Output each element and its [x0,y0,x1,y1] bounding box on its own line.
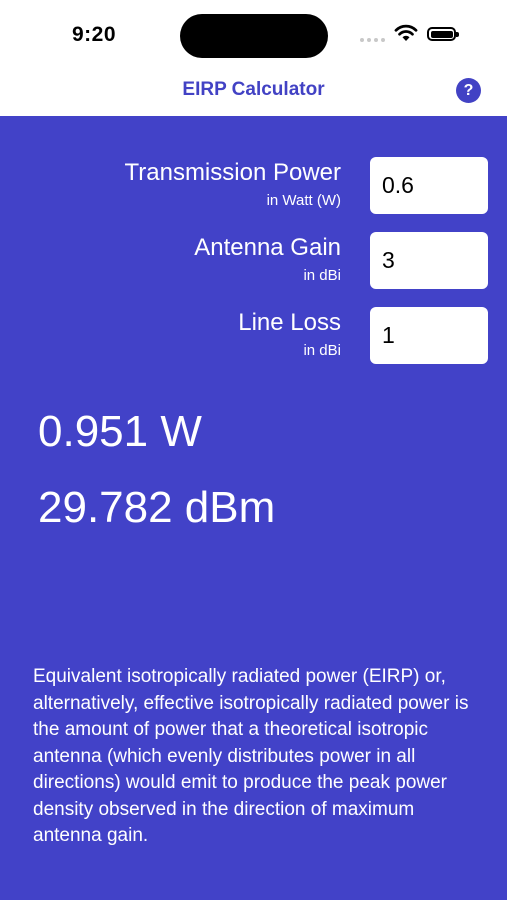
result-dbm: 29.782 dBm [38,483,276,532]
status-time: 9:20 [72,23,117,46]
transmission-power-unit: in Watt (W) [266,192,341,209]
antenna-gain-input[interactable] [370,232,488,289]
status-bar: 9:20 [0,0,507,68]
navigation-bar: EIRP Calculator ? [0,68,507,116]
line-loss-unit: in dBi [303,342,341,359]
battery-icon [427,27,459,41]
calculator-panel: Transmission Power in Watt (W) Antenna G… [0,116,507,900]
question-mark-icon: ? [463,81,474,99]
eirp-description: Equivalent isotropically radiated power … [33,666,469,846]
antenna-gain-label: Antenna Gain [194,234,341,261]
antenna-gain-unit: in dBi [303,267,341,284]
field-row-antenna-gain: Antenna Gain in dBi [0,232,507,290]
page-title: EIRP Calculator [182,79,325,100]
field-row-line-loss: Line Loss in dBi [0,307,507,365]
help-button[interactable]: ? [456,78,481,103]
result-watts: 0.951 W [38,407,202,456]
line-loss-label: Line Loss [238,309,341,336]
cellular-signal-icon [360,38,385,42]
transmission-power-label: Transmission Power [124,159,341,186]
line-loss-input[interactable] [370,307,488,364]
field-row-transmission-power: Transmission Power in Watt (W) [0,157,507,215]
dynamic-island [180,14,328,58]
wifi-icon [394,24,418,41]
transmission-power-input[interactable] [370,157,488,214]
